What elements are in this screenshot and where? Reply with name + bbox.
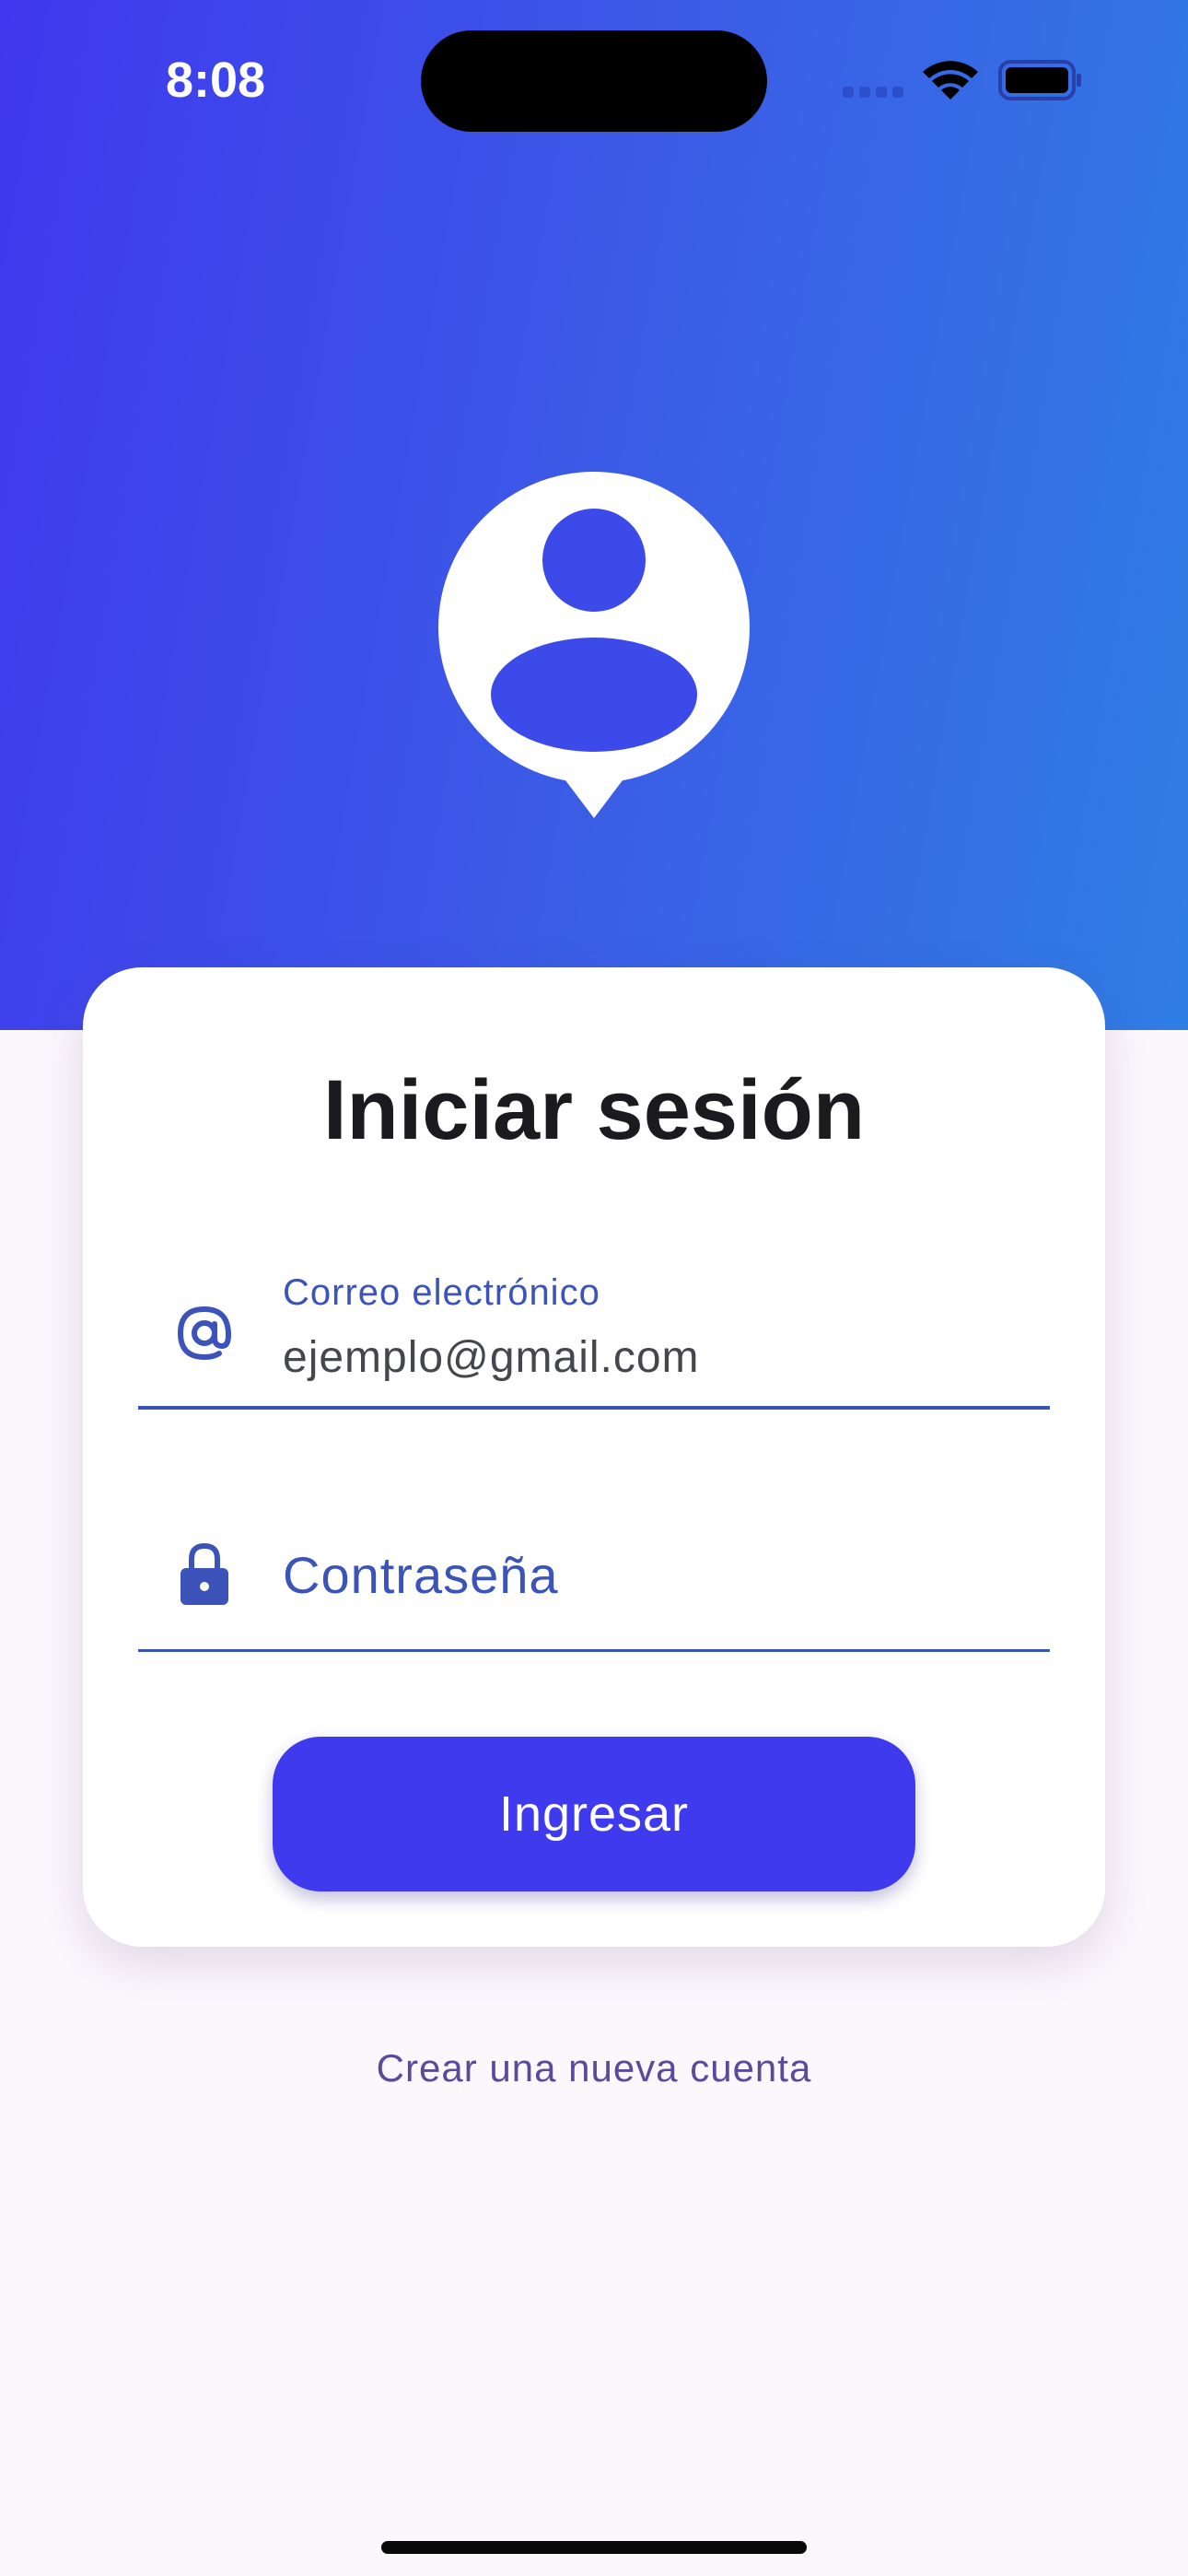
battery-icon (998, 60, 1081, 100)
email-field[interactable]: ejemplo@gmail.com (283, 1329, 1019, 1388)
create-account-link[interactable]: Crear una nueva cuenta (0, 2036, 1188, 2101)
email-field-underline (138, 1406, 1050, 1410)
at-sign-icon (177, 1306, 232, 1361)
user-location-pin-icon (438, 472, 750, 818)
password-field-underline (138, 1649, 1050, 1652)
password-field[interactable]: Contraseña (283, 1539, 1019, 1612)
home-indicator[interactable] (381, 2541, 807, 2554)
status-time: 8:08 (166, 53, 266, 108)
dynamic-island (421, 30, 767, 132)
wifi-icon (923, 61, 978, 100)
lock-icon (181, 1542, 228, 1605)
submit-button[interactable]: Ingresar (273, 1737, 915, 1891)
page-title: Iniciar sesión (322, 1063, 866, 1157)
cellular-signal-icon (843, 87, 905, 98)
email-field-label: Correo electrónico (283, 1272, 600, 1313)
